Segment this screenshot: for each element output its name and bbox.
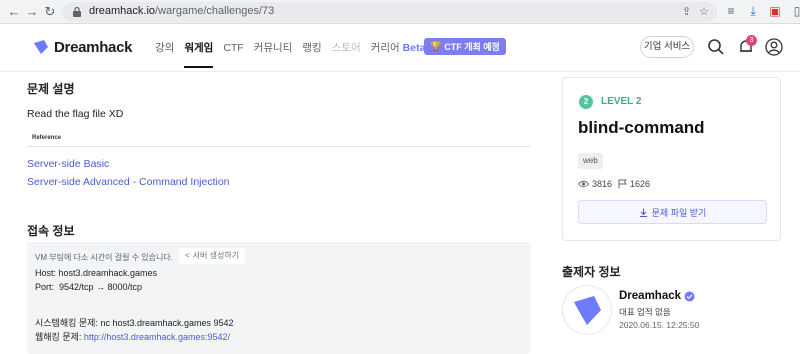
host-info: Host: host3.dreamhack.games xyxy=(35,268,158,278)
forward-icon[interactable]: → xyxy=(24,4,40,20)
nav-ctf[interactable]: CTF xyxy=(223,42,243,54)
create-server-button[interactable]: < 서버 생성하기 xyxy=(179,248,246,264)
web-hacking-info: 웹해킹 문제: http://host3.dreamhack.games:954… xyxy=(35,332,230,342)
web-hacking-url[interactable]: http://host3.dreamhack.games:9542/ xyxy=(84,332,230,342)
reload-icon[interactable]: ↻ xyxy=(42,4,58,20)
sidepanel-icon[interactable]: ▯ xyxy=(790,4,800,18)
author-section-title: 출제자 정보 xyxy=(562,265,621,279)
download-icon[interactable]: ⤓ xyxy=(746,4,760,18)
description-title: 문제 설명 xyxy=(27,82,75,96)
challenge-title: blind-command xyxy=(578,118,705,137)
share-icon: < xyxy=(185,251,190,260)
author-achievement: 대표 업적 없음 xyxy=(619,307,671,317)
nav-wargame[interactable]: 워게임 xyxy=(184,40,213,68)
divider xyxy=(27,146,530,147)
nav-career[interactable]: 커리어 Beta xyxy=(371,40,426,55)
level-icon: 2 xyxy=(579,95,593,109)
challenge-stats: 3816 1626 xyxy=(578,179,650,189)
port-info: Port: 9542/tcp → 8000/tcp xyxy=(35,282,143,292)
dreamhack-logo-icon xyxy=(574,296,601,325)
site-header: Dreamhack 강의 워게임 CTF 커뮤니티 랭킹 스토어 커리어 Beta… xyxy=(0,24,800,72)
flag-icon xyxy=(618,179,627,189)
system-hacking-info: 시스템해킹 문제: nc host3.dreamhack.games 9542 xyxy=(35,318,234,328)
ctf-upcoming-badge[interactable]: 🏆 CTF 개최 예정 xyxy=(424,38,506,55)
download-files-button[interactable]: 문제 파일 받기 xyxy=(578,200,767,224)
download-icon xyxy=(639,208,647,217)
browser-toolbar: ← → ↻ dreamhack.io/wargame/challenges/73… xyxy=(0,0,800,24)
eye-icon xyxy=(578,180,589,188)
notification-count-badge: 3 xyxy=(746,35,757,46)
solve-count: 1626 xyxy=(630,179,651,189)
business-service-button[interactable]: 기업 서비스 xyxy=(640,36,694,58)
nav-community[interactable]: 커뮤니티 xyxy=(254,40,293,55)
share-icon[interactable]: ⇪ xyxy=(682,5,691,18)
address-bar[interactable]: dreamhack.io/wargame/challenges/73 ⇪ ☆ xyxy=(62,2,717,22)
nav-ranking[interactable]: 랭킹 xyxy=(302,40,321,55)
dreamhack-logo-icon xyxy=(34,40,48,54)
media-control-icon[interactable]: ≡ xyxy=(724,4,738,18)
user-avatar-icon[interactable] xyxy=(765,38,783,56)
author-date: 2020.06.15. 12:25:50 xyxy=(619,320,700,330)
extension-icon[interactable]: ▣ xyxy=(768,4,782,18)
tag-web[interactable]: web xyxy=(578,153,603,169)
reference-link-basic[interactable]: Server-side Basic xyxy=(27,158,109,170)
verified-badge-icon xyxy=(684,291,695,301)
challenge-description: Read the flag file XD xyxy=(27,108,124,120)
beta-label: Beta xyxy=(402,42,426,54)
connection-title: 접속 정보 xyxy=(27,224,75,238)
url-text: dreamhack.io/wargame/challenges/73 xyxy=(89,5,275,17)
reference-label: Reference xyxy=(32,135,62,141)
author-avatar[interactable] xyxy=(562,285,612,335)
back-icon[interactable]: ← xyxy=(6,4,22,20)
lock-icon xyxy=(73,6,81,17)
trophy-icon: 🏆 xyxy=(430,41,442,51)
search-icon[interactable] xyxy=(707,38,725,56)
level-label: LEVEL 2 xyxy=(601,96,642,107)
reference-link-command-injection[interactable]: Server-side Advanced - Command Injection xyxy=(27,176,230,188)
view-count: 3816 xyxy=(592,179,613,189)
main-nav: 강의 워게임 CTF 커뮤니티 랭킹 스토어 커리어 Beta xyxy=(155,40,426,68)
challenge-card: 2 LEVEL 2 blind-command web 3816 1626 문제… xyxy=(562,77,781,241)
nav-store[interactable]: 스토어 xyxy=(332,40,361,55)
connection-info-box: VM 부팅에 다소 시간이 걸릴 수 있습니다. < 서버 생성하기 Host:… xyxy=(27,242,530,354)
dreamhack-logo[interactable]: Dreamhack xyxy=(32,38,132,56)
nav-lectures[interactable]: 강의 xyxy=(155,40,174,55)
logo-text: Dreamhack xyxy=(54,38,133,56)
author-name[interactable]: Dreamhack xyxy=(619,290,695,302)
bookmark-star-icon[interactable]: ☆ xyxy=(699,5,709,18)
vm-boot-note: VM 부팅에 다소 시간이 걸릴 수 있습니다. xyxy=(35,253,173,262)
